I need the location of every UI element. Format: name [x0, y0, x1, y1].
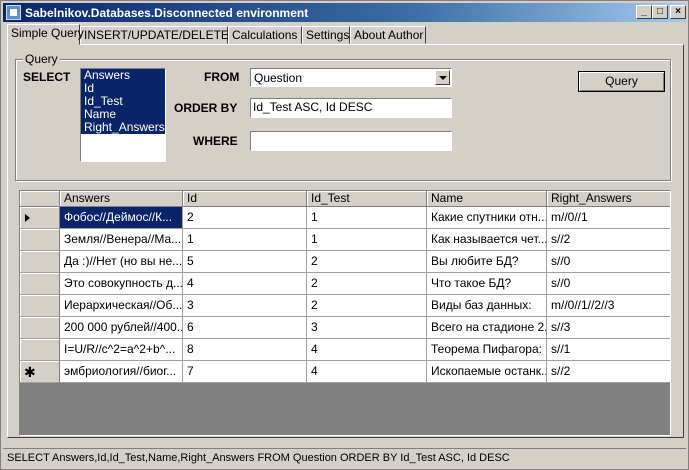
tab-settings[interactable]: Settings [302, 26, 350, 44]
query-group-label: Query [23, 52, 60, 66]
table-cell[interactable]: s//2 [547, 229, 670, 251]
query-button[interactable]: Query [578, 71, 665, 92]
column-header[interactable]: Id_Test [307, 191, 427, 207]
list-item[interactable]: Right_Answers [81, 121, 165, 134]
from-value: Question [254, 71, 303, 85]
where-label: WHERE [193, 134, 238, 148]
window-title: Sabelnikov.Databases.Disconnected enviro… [25, 6, 309, 20]
close-button[interactable]: × [670, 5, 686, 19]
table-cell[interactable]: 2 [307, 295, 427, 317]
column-header[interactable]: Id [183, 191, 307, 207]
table-cell[interactable]: Теорема Пифагора: [427, 339, 547, 361]
table-cell[interactable]: Всего на стадионе 2... [427, 317, 547, 339]
table-cell[interactable]: s//0 [547, 251, 670, 273]
row-header[interactable] [20, 229, 60, 251]
select-label: SELECT [23, 70, 71, 84]
table-cell[interactable]: 1 [307, 229, 427, 251]
table-cell[interactable]: 3 [183, 295, 307, 317]
table-cell[interactable]: 2 [307, 273, 427, 295]
row-header[interactable] [20, 295, 60, 317]
tab-calculations[interactable]: Calculations [228, 26, 302, 44]
table-cell[interactable]: Это совокупность д... [60, 273, 183, 295]
title-bar: Sabelnikov.Databases.Disconnected enviro… [3, 3, 686, 22]
from-combobox[interactable]: Question [250, 68, 452, 87]
table-cell[interactable]: Вы любите БД? [427, 251, 547, 273]
table-cell[interactable]: 1 [307, 207, 427, 229]
tab-about-author[interactable]: About Author [350, 26, 426, 44]
row-header[interactable] [20, 317, 60, 339]
table-cell[interactable]: Да :)//Нет (но вы не... [60, 251, 183, 273]
orderby-label: ORDER BY [174, 101, 238, 115]
table-cell[interactable]: 4 [307, 361, 427, 383]
maximize-button[interactable]: □ [652, 5, 668, 19]
minimize-button[interactable]: _ [636, 5, 652, 19]
table-cell[interactable]: Ископаемые останк... [427, 361, 547, 383]
table-cell[interactable]: s//3 [547, 317, 670, 339]
tab-simple-query[interactable]: Simple Query [7, 24, 84, 45]
status-bar: SELECT Answers,Id,Id_Test,Name,Right_Ans… [3, 448, 686, 467]
table-cell[interactable]: m//0//1 [547, 207, 670, 229]
app-window: Sabelnikov.Databases.Disconnected enviro… [0, 0, 689, 470]
table-cell[interactable]: 5 [183, 251, 307, 273]
table-cell[interactable]: 8 [183, 339, 307, 361]
row-header[interactable] [20, 251, 60, 273]
column-header[interactable]: Name [427, 191, 547, 207]
orderby-input[interactable]: Id_Test ASC, Id DESC [250, 98, 452, 118]
results-grid[interactable]: Answers Id Id_Test Name Right_Answers Фо… [19, 190, 671, 436]
where-input[interactable] [250, 131, 452, 151]
table-cell[interactable]: s//2 [547, 361, 670, 383]
table-cell[interactable]: Земля//Венера//Ма... [60, 229, 183, 251]
table-cell[interactable]: 2 [307, 251, 427, 273]
table-cell[interactable]: 4 [183, 273, 307, 295]
row-header[interactable] [20, 339, 60, 361]
row-header[interactable] [20, 273, 60, 295]
table-cell[interactable]: эмбриология//биог... [60, 361, 183, 383]
table-cell[interactable]: Фобос//Деймос//К... [60, 207, 183, 229]
select-listbox[interactable]: Answers Id Id_Test Name Right_Answers [80, 68, 166, 162]
table-cell[interactable]: 6 [183, 317, 307, 339]
row-header[interactable] [20, 207, 60, 229]
column-header[interactable]: Right_Answers [547, 191, 670, 207]
table-cell[interactable]: I=U/R//c^2=a^2+b^... [60, 339, 183, 361]
header-corner [20, 191, 60, 207]
table-cell[interactable]: 4 [307, 339, 427, 361]
table-cell[interactable]: Какие спутники отн... [427, 207, 547, 229]
app-icon [6, 5, 21, 20]
current-row-arrow-icon [25, 214, 30, 222]
table-cell[interactable]: 3 [307, 317, 427, 339]
table-cell[interactable]: 2 [183, 207, 307, 229]
table-cell[interactable]: 1 [183, 229, 307, 251]
column-header[interactable]: Answers [60, 191, 183, 207]
table-cell[interactable]: 7 [183, 361, 307, 383]
table-cell[interactable]: s//0 [547, 273, 670, 295]
row-header[interactable]: ✱ [20, 361, 60, 383]
table-cell[interactable]: Виды баз данных: [427, 295, 547, 317]
table-cell[interactable]: Как называется чет... [427, 229, 547, 251]
table-cell[interactable]: Иерархическая//Об... [60, 295, 183, 317]
table-cell[interactable]: m//0//1//2//3 [547, 295, 670, 317]
tab-insert-update-delete[interactable]: INSERT/UPDATE/DELETE [80, 26, 229, 44]
table-cell[interactable]: Что такое БД? [427, 273, 547, 295]
new-row-asterisk-icon: ✱ [24, 364, 36, 380]
from-label: FROM [204, 70, 240, 84]
chevron-down-icon[interactable] [435, 70, 450, 85]
table-cell[interactable]: 200 000 рублей//400... [60, 317, 183, 339]
table-cell[interactable]: s//1 [547, 339, 670, 361]
